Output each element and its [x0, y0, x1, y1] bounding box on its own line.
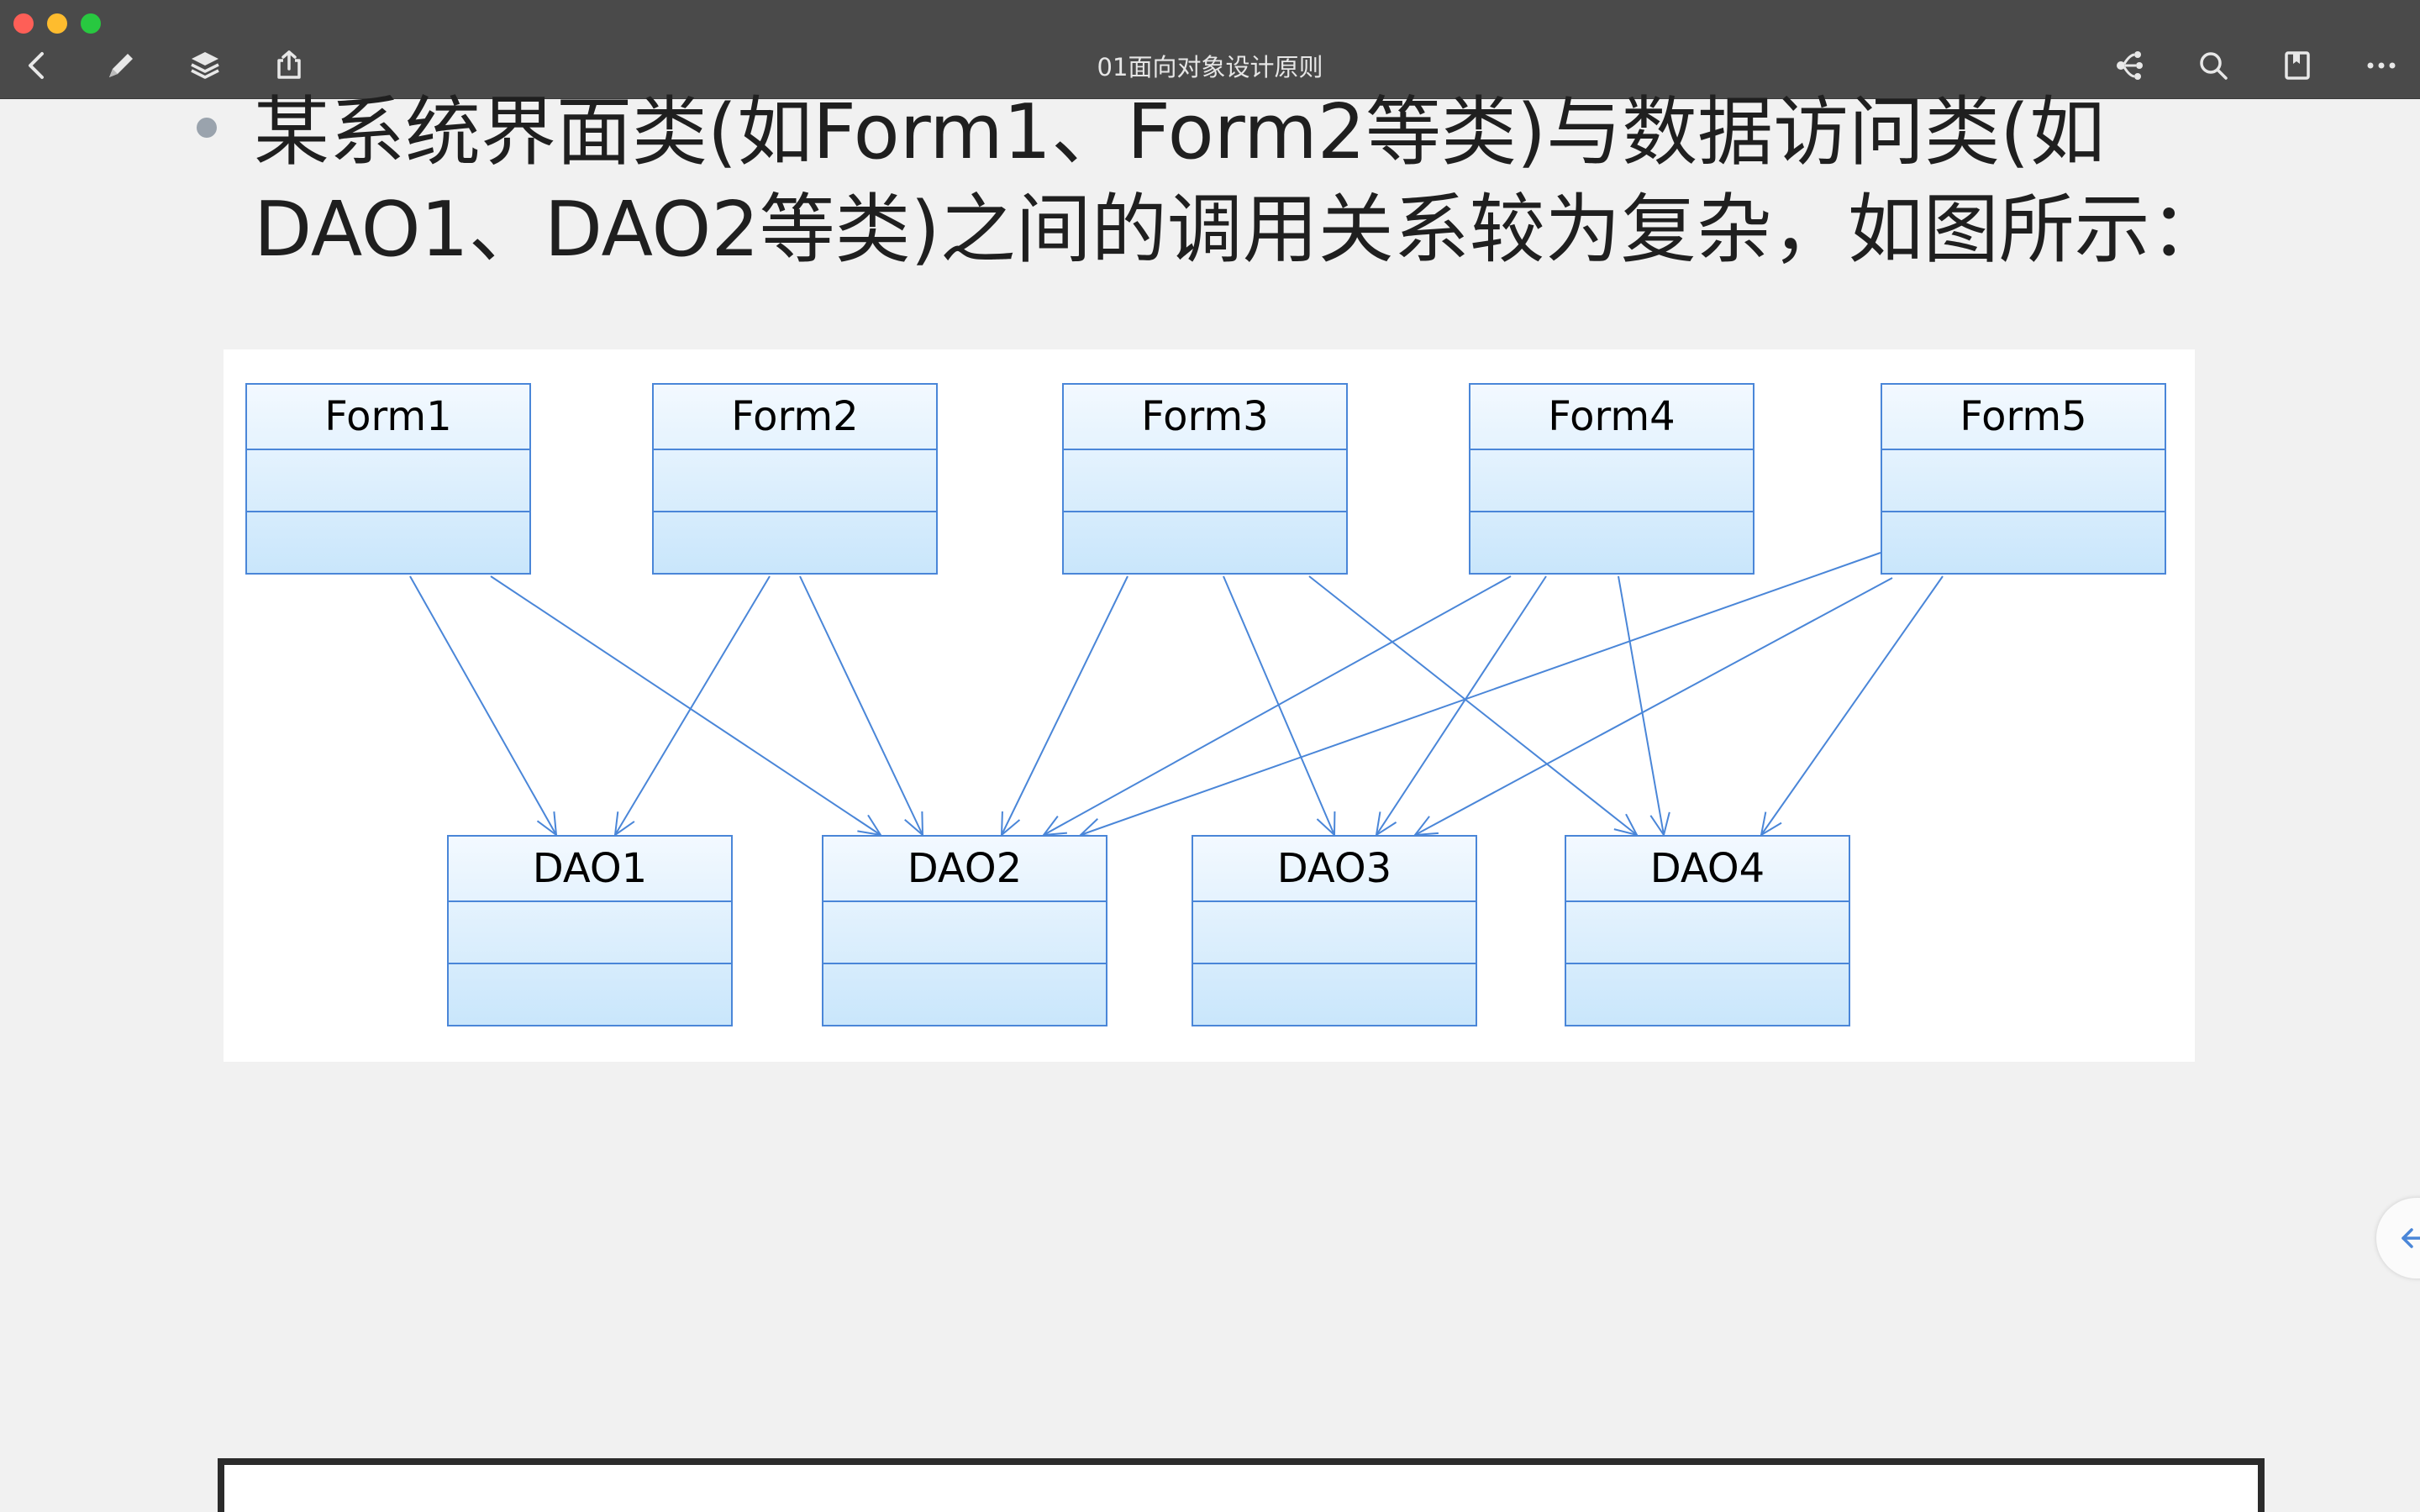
dependency-arrow-form2-dao2	[799, 575, 923, 836]
side-panel-tab[interactable]	[2376, 1198, 2420, 1278]
class-name: Form5	[1960, 393, 2087, 440]
dependency-arrow-form5-dao2	[1080, 552, 1881, 836]
dependency-arrow-form5-dao4	[1760, 575, 1944, 836]
class-name: DAO1	[532, 845, 648, 892]
dependency-arrow-form5-dao3	[1414, 577, 1893, 836]
class-box-dao4: DAO4	[1565, 835, 1850, 1026]
minimize-window-button[interactable]	[47, 13, 67, 34]
class-box-form2: Form2	[652, 383, 938, 575]
bullet-dot	[197, 118, 217, 138]
dependency-arrow-form3-dao2	[1001, 575, 1128, 836]
class-name: Form4	[1548, 393, 1676, 440]
class-name: DAO2	[907, 845, 1023, 892]
bookmark-button[interactable]	[2279, 47, 2316, 84]
class-name: DAO3	[1276, 845, 1392, 892]
slide-body-text: 某系统界面类(如Form1、Form2等类)与数据访问类(如 DAO1、DAO2…	[254, 88, 2226, 274]
dependency-arrow-form2-dao1	[614, 575, 771, 836]
dependency-arrow-form1-dao2	[490, 575, 881, 836]
bookmark-icon	[2285, 51, 2310, 80]
mind-map-button[interactable]	[2111, 47, 2148, 84]
arrow-left-icon	[2402, 1228, 2420, 1248]
class-name: Form2	[731, 393, 859, 440]
next-slide-preview[interactable]	[218, 1458, 2265, 1512]
dependency-arrow-form3-dao4	[1308, 575, 1638, 836]
search-icon	[2200, 52, 2228, 80]
more-button[interactable]	[2363, 47, 2400, 84]
class-box-form5: Form5	[1881, 383, 2166, 575]
dependency-arrow-form4-dao3	[1376, 575, 1547, 836]
class-box-form3: Form3	[1062, 383, 1348, 575]
class-box-dao3: DAO3	[1192, 835, 1477, 1026]
class-name: DAO4	[1649, 845, 1765, 892]
class-name: Form3	[1141, 393, 1269, 440]
class-box-form4: Form4	[1469, 383, 1754, 575]
class-box-dao2: DAO2	[822, 835, 1107, 1026]
dependency-arrow-form1-dao1	[409, 575, 557, 836]
dependency-arrow-form4-dao2	[1043, 575, 1512, 836]
presentation-window: 01面向对象设计原则 某系统界面类(如Form1、Form2等类)与数据访问类(…	[0, 0, 2420, 1512]
class-box-dao1: DAO1	[447, 835, 733, 1026]
more-icon	[2367, 62, 2396, 69]
mind-map-icon	[2117, 51, 2143, 80]
class-box-form1: Form1	[245, 383, 531, 575]
class-diagram: Form1 Form2 Form3 Form4 Form5 DAO1 DAO2	[224, 349, 2195, 1062]
zoom-window-button[interactable]	[81, 13, 101, 34]
document-title: 01面向对象设计原则	[1097, 53, 1323, 81]
search-button[interactable]	[2195, 47, 2232, 84]
class-name: Form1	[324, 393, 452, 440]
close-window-button[interactable]	[13, 13, 34, 34]
